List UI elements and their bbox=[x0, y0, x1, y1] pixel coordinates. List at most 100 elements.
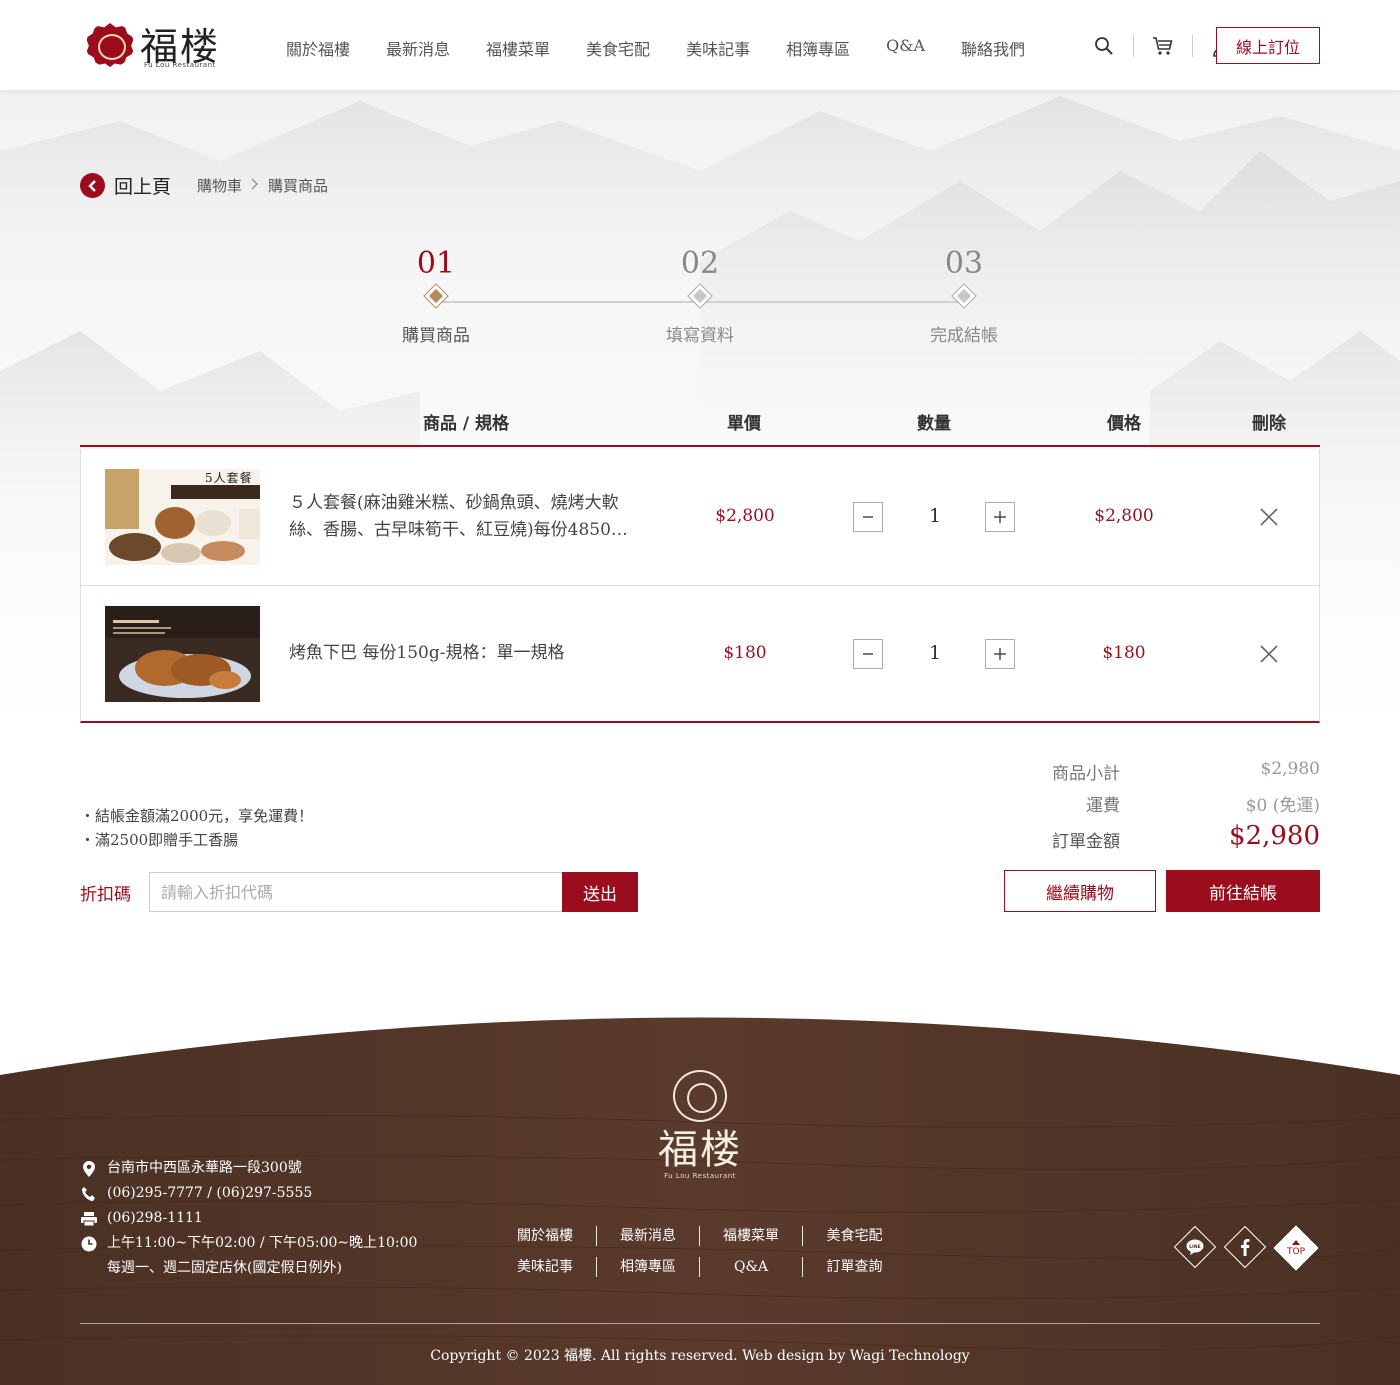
footer-link-order-lookup[interactable]: 訂單查詢 bbox=[803, 1257, 906, 1277]
unit-price: $180 bbox=[723, 643, 767, 663]
cart-row: 5人套餐 ５人套餐(麻油雞米糕、砂鍋魚頭、燒烤大軟絲、香腸、古早味筍干、紅豆燒)… bbox=[81, 449, 1319, 585]
product-image[interactable] bbox=[105, 606, 260, 702]
fax-text: (06)298-1111 bbox=[107, 1210, 203, 1226]
step-label: 購買商品 bbox=[402, 326, 470, 346]
nav-item-news[interactable]: 最新消息 bbox=[386, 36, 450, 60]
phone-row: (06)295-7777 / (06)297-5555 bbox=[80, 1181, 417, 1206]
line-button[interactable]: LINE bbox=[1173, 1225, 1217, 1269]
quantity-increase-button[interactable] bbox=[985, 639, 1015, 669]
quantity-value[interactable]: 1 bbox=[915, 505, 955, 527]
back-to-top-button[interactable]: TOP bbox=[1273, 1225, 1319, 1271]
nav-item-gallery[interactable]: 相簿專區 bbox=[786, 36, 850, 60]
checkout-button[interactable]: 前往結帳 bbox=[1166, 870, 1320, 912]
coupon-code-input[interactable] bbox=[149, 872, 563, 912]
quantity-decrease-button[interactable] bbox=[853, 502, 883, 532]
step-label: 填寫資料 bbox=[666, 326, 734, 346]
header-unit-price: 單價 bbox=[727, 414, 761, 434]
search-icon[interactable] bbox=[1092, 34, 1116, 58]
step-marker bbox=[951, 283, 977, 309]
step-marker-active bbox=[423, 283, 449, 309]
header-price: 價格 bbox=[1107, 414, 1141, 434]
quantity-increase-button[interactable] bbox=[985, 502, 1015, 532]
step-number: 02 bbox=[680, 246, 720, 281]
store-info: 台南市中西區永華路一段300號 (06)295-7777 / (06)297-5… bbox=[80, 1156, 417, 1281]
product-name[interactable]: 烤魚下巴 每份150g-規格：單一規格 bbox=[289, 640, 649, 667]
location-pin-icon bbox=[80, 1156, 98, 1181]
footer-link-journal[interactable]: 美味記事 bbox=[494, 1256, 597, 1277]
nav-item-journal[interactable]: 美味記事 bbox=[686, 36, 750, 60]
coupon-submit-button[interactable]: 送出 bbox=[562, 872, 638, 912]
footer-brand-subtitle: Fu Lou Restaurant bbox=[664, 1172, 736, 1180]
footer-link-news[interactable]: 最新消息 bbox=[597, 1225, 700, 1246]
back-to-top-label: TOP bbox=[1287, 1239, 1305, 1257]
step-number: 01 bbox=[416, 246, 456, 281]
online-booking-button[interactable]: 線上訂位 bbox=[1216, 27, 1320, 64]
site-footer: 福楼 Fu Lou Restaurant 台南市中西區永華路一段300號 (06… bbox=[0, 1000, 1400, 1385]
line-price: $180 bbox=[1102, 643, 1146, 663]
phone-text[interactable]: (06)295-7777 / (06)297-5555 bbox=[107, 1181, 312, 1206]
subtotal-label: 商品小計 bbox=[1052, 764, 1120, 784]
footer-logo[interactable]: 福楼 Fu Lou Restaurant bbox=[650, 1070, 750, 1190]
brand-subtitle: Fu Lou Restaurant bbox=[144, 61, 216, 69]
close-icon bbox=[1260, 645, 1278, 663]
unit-price: $2,800 bbox=[715, 506, 775, 526]
closed-days-text: 每週一、週二固定店休(國定假日例外) bbox=[107, 1260, 342, 1276]
nav-item-delivery[interactable]: 美食宅配 bbox=[586, 36, 650, 60]
product-image[interactable]: 5人套餐 bbox=[105, 469, 260, 565]
breadcrumb: 回上頁 購物車 購買商品 bbox=[80, 172, 328, 199]
continue-shopping-button[interactable]: 繼續購物 bbox=[1004, 870, 1156, 912]
cart-table: 5人套餐 ５人套餐(麻油雞米糕、砂鍋魚頭、燒烤大軟絲、香腸、古早味筍干、紅豆燒)… bbox=[80, 449, 1320, 723]
chevron-right-icon bbox=[251, 178, 259, 194]
quantity-value[interactable]: 1 bbox=[915, 642, 955, 664]
breadcrumb-cart[interactable]: 購物車 bbox=[197, 175, 242, 196]
step-1: 01 購買商品 bbox=[366, 245, 506, 346]
social-links: LINE TOP bbox=[1173, 1225, 1319, 1271]
address-text: 台南市中西區永華路一段300號 bbox=[107, 1160, 302, 1176]
step-marker bbox=[687, 283, 713, 309]
back-link[interactable]: 回上頁 bbox=[114, 172, 171, 199]
nav-item-contact[interactable]: 聯絡我們 bbox=[961, 36, 1025, 60]
promo-note: ・結帳金額滿2000元，享免運費！ bbox=[80, 807, 314, 825]
cart-row: 烤魚下巴 每份150g-規格：單一規格 $180 1 $180 bbox=[81, 585, 1319, 721]
footer-link-faq[interactable]: Q&A bbox=[700, 1256, 803, 1277]
breadcrumb-current: 購買商品 bbox=[268, 177, 329, 195]
line-icon: LINE bbox=[1186, 1239, 1204, 1255]
header-delete: 刪除 bbox=[1252, 414, 1286, 434]
hours-row: 上午11:00~下午02:00 / 下午05:00~晚上10:00 每週一、週二… bbox=[80, 1231, 417, 1281]
order-total-label: 訂單金額 bbox=[1052, 832, 1120, 852]
header-product: 商品 / 規格 bbox=[422, 414, 510, 434]
step-2: 02 填寫資料 bbox=[630, 245, 770, 346]
fax-row: (06)298-1111 bbox=[80, 1206, 417, 1231]
nav-item-faq[interactable]: Q&A bbox=[886, 36, 925, 60]
brand-logo[interactable]: 福楼 Fu Lou Restaurant bbox=[86, 20, 218, 72]
clock-icon bbox=[80, 1231, 98, 1256]
header-quantity: 數量 bbox=[917, 414, 951, 434]
site-header: 福楼 Fu Lou Restaurant 關於福樓 最新消息 福樓菜單 美食宅配… bbox=[0, 0, 1400, 91]
main-nav: 關於福樓 最新消息 福樓菜單 美食宅配 美味記事 相簿專區 Q&A 聯絡我們 bbox=[268, 36, 1043, 60]
footer-link-delivery[interactable]: 美食宅配 bbox=[803, 1226, 906, 1246]
remove-item-button[interactable] bbox=[1257, 505, 1281, 529]
step-label: 完成結帳 bbox=[930, 326, 998, 346]
footer-link-about[interactable]: 關於福樓 bbox=[494, 1225, 597, 1246]
brand-emblem-icon bbox=[86, 23, 134, 67]
plus-icon bbox=[994, 648, 1006, 660]
facebook-icon bbox=[1240, 1238, 1250, 1256]
footer-emblem-icon bbox=[673, 1070, 727, 1122]
cart-icon[interactable] bbox=[1151, 34, 1175, 58]
back-button[interactable] bbox=[80, 173, 105, 198]
product-image-caption: 5人套餐 bbox=[205, 471, 253, 485]
remove-item-button[interactable] bbox=[1257, 642, 1281, 666]
phone-icon bbox=[80, 1181, 98, 1206]
footer-link-menu[interactable]: 福樓菜單 bbox=[700, 1225, 803, 1246]
copyright: Copyright © 2023 福樓. All rights reserved… bbox=[430, 1348, 970, 1364]
caret-up-icon bbox=[1291, 1239, 1300, 1245]
subtotal-value: $2,980 bbox=[1260, 759, 1320, 779]
product-name[interactable]: ５人套餐(麻油雞米糕、砂鍋魚頭、燒烤大軟絲、香腸、古早味筍干、紅豆燒)每份485… bbox=[289, 490, 649, 544]
footer-link-gallery[interactable]: 相簿專區 bbox=[597, 1256, 700, 1277]
coupon-label: 折扣碼 bbox=[80, 885, 131, 905]
facebook-button[interactable] bbox=[1223, 1225, 1267, 1269]
nav-item-about[interactable]: 關於福樓 bbox=[286, 36, 350, 60]
quantity-decrease-button[interactable] bbox=[853, 639, 883, 669]
cart-table-header: 商品 / 規格 單價 數量 價格 刪除 bbox=[80, 400, 1320, 447]
nav-item-menu[interactable]: 福樓菜單 bbox=[486, 36, 550, 60]
